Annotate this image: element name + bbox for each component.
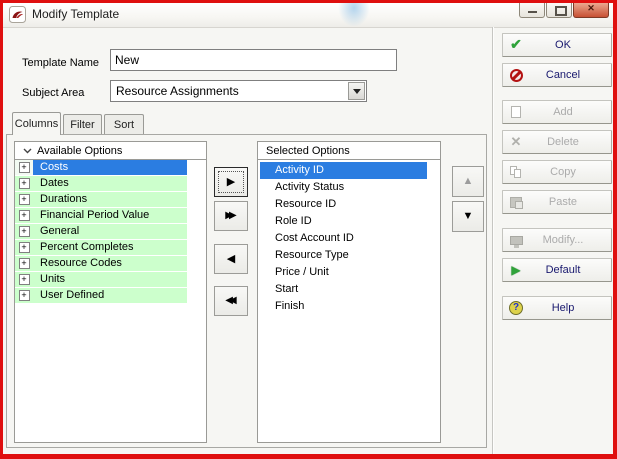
delete-button: ✕ Delete (502, 130, 612, 154)
subject-area-label: Subject Area (22, 87, 85, 99)
ok-button[interactable]: ✔ OK (502, 33, 612, 57)
list-item[interactable]: Resource Type (260, 247, 438, 264)
list-item[interactable]: Price / Unit (260, 264, 438, 281)
move-left-button[interactable]: ◀ (214, 244, 248, 274)
arrow-up-icon: ▲ (462, 175, 474, 187)
list-item[interactable]: Cost Account ID (260, 230, 438, 247)
title-bar[interactable]: Modify Template (3, 3, 613, 28)
columns-tab-panel: Available Options + Costs + Dates + Dura… (6, 134, 487, 448)
available-options-list: Available Options + Costs + Dates + Dura… (14, 141, 207, 443)
list-item[interactable]: + Durations (15, 192, 187, 208)
help-button[interactable]: ? Help (502, 296, 612, 320)
arrow-left-icon: ◀ (226, 253, 236, 265)
expand-plus-icon[interactable]: + (18, 226, 30, 237)
available-options-header[interactable]: Available Options (15, 142, 206, 160)
list-item[interactable]: Finish (260, 298, 438, 315)
selected-options-header: Selected Options (258, 142, 440, 160)
default-play-icon: ▶ (511, 263, 521, 277)
list-item[interactable]: Resource ID (260, 196, 438, 213)
list-item[interactable]: Activity ID (260, 162, 427, 179)
list-item[interactable]: + User Defined (15, 288, 187, 304)
expand-plus-icon[interactable]: + (18, 290, 30, 301)
arrow-right-icon: ▶ (226, 176, 236, 188)
tab-sort[interactable]: Sort (104, 114, 144, 135)
move-down-button[interactable]: ▼ (452, 201, 484, 232)
tab-filter[interactable]: Filter (63, 114, 102, 135)
move-up-button: ▲ (452, 166, 484, 197)
expand-plus-icon[interactable]: + (18, 210, 30, 221)
subject-area-value: Resource Assignments (116, 84, 239, 98)
maximize-icon[interactable] (546, 3, 572, 18)
expand-plus-icon[interactable]: + (18, 194, 30, 205)
list-item[interactable]: + Financial Period Value (15, 208, 187, 224)
template-name-label: Template Name (22, 57, 100, 69)
delete-x-icon: ✕ (510, 134, 522, 149)
expand-plus-icon[interactable]: + (18, 274, 30, 285)
selected-options-list: Selected Options Activity ID Activity St… (257, 141, 441, 443)
expand-plus-icon[interactable]: + (18, 258, 30, 269)
template-name-input[interactable] (110, 49, 397, 71)
window-title: Modify Template (32, 7, 120, 21)
app-icon (9, 6, 26, 23)
move-all-left-button[interactable]: ◀◀ (214, 286, 248, 316)
tab-columns[interactable]: Columns (12, 112, 61, 135)
list-item[interactable]: + General (15, 224, 187, 240)
modify-monitor-icon (509, 235, 523, 248)
list-item[interactable]: + Percent Completes (15, 240, 187, 256)
list-item[interactable]: Start (260, 281, 438, 298)
modify-template-dialog: Modify Template Template Name Subject Ar… (0, 0, 617, 459)
available-options-header-label: Available Options (37, 144, 123, 157)
expand-plus-icon[interactable]: + (18, 178, 30, 189)
glass-reflection (338, 3, 370, 27)
panel-divider (492, 27, 493, 454)
check-icon: ✔ (510, 35, 522, 52)
expand-plus-icon[interactable]: + (18, 242, 30, 253)
copy-icon (510, 166, 522, 178)
list-item[interactable]: + Resource Codes (15, 256, 187, 272)
add-page-icon (511, 106, 521, 118)
subject-area-select[interactable]: Resource Assignments (110, 80, 367, 102)
copy-button: Copy (502, 160, 612, 184)
move-right-button[interactable]: ▶ (214, 167, 248, 197)
arrow-down-icon: ▼ (462, 210, 474, 222)
cancel-button[interactable]: Cancel (502, 63, 612, 87)
default-button[interactable]: ▶ Default (502, 258, 612, 282)
double-arrow-left-icon: ◀◀ (225, 295, 237, 306)
expand-plus-icon[interactable]: + (18, 162, 30, 173)
help-icon: ? (509, 301, 523, 315)
close-icon[interactable] (573, 3, 609, 18)
move-all-right-button[interactable]: ▶▶ (214, 201, 248, 231)
list-item[interactable]: + Units (15, 272, 187, 288)
list-item[interactable]: Activity Status (260, 179, 438, 196)
selected-options-header-label: Selected Options (266, 144, 350, 157)
chevron-down-icon (23, 148, 32, 153)
double-arrow-right-icon: ▶▶ (225, 210, 237, 221)
list-item[interactable]: Role ID (260, 213, 438, 230)
paste-button: Paste (502, 190, 612, 214)
minimize-icon[interactable] (519, 3, 545, 18)
modify-button: Modify... (502, 228, 612, 252)
paste-icon (510, 196, 523, 209)
cancel-icon (509, 68, 523, 82)
list-item[interactable]: + Dates (15, 176, 187, 192)
add-button: Add (502, 100, 612, 124)
list-item[interactable]: + Costs (15, 160, 187, 176)
dropdown-arrow-icon[interactable] (348, 82, 365, 100)
